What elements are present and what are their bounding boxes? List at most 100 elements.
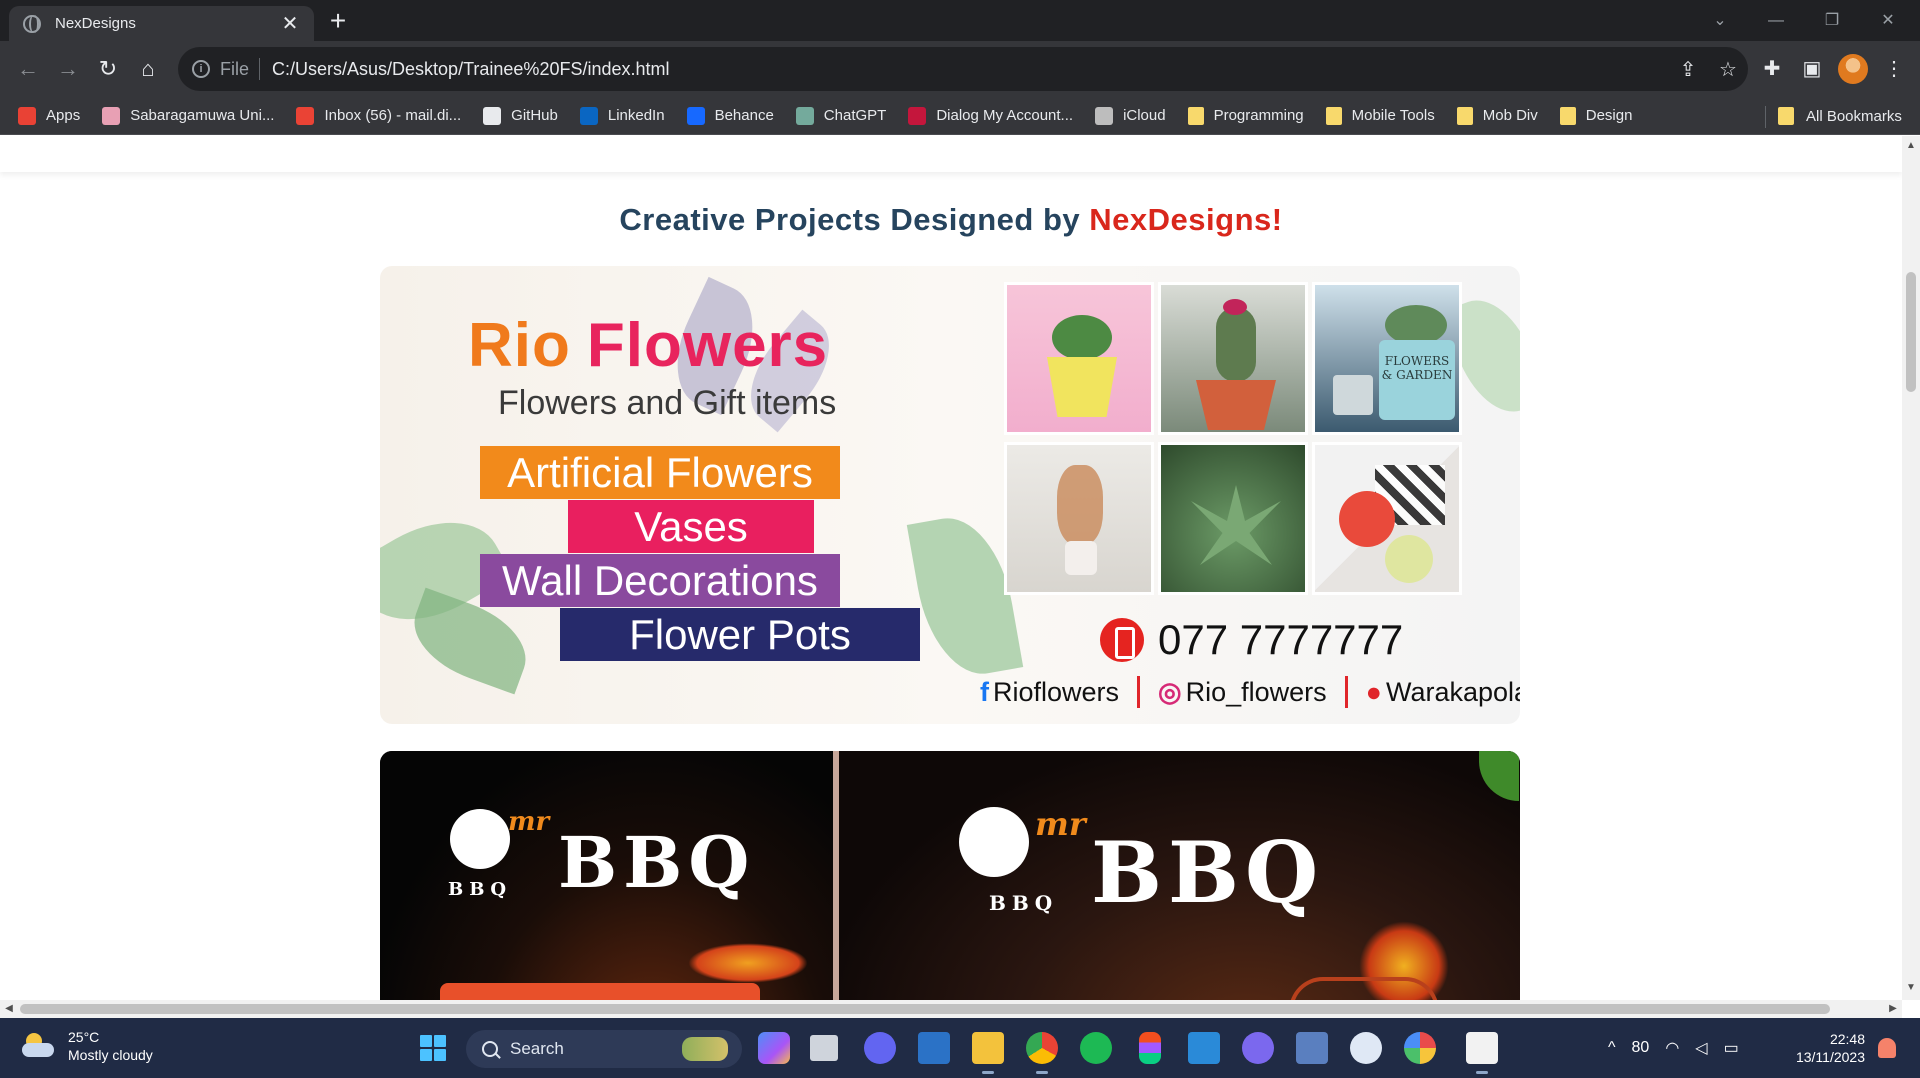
bbq-mr-small: mr	[508, 807, 550, 837]
bbq-small-text: BBQ	[989, 891, 1059, 915]
wifi-icon[interactable]: ◠	[1665, 1038, 1679, 1058]
social-divider	[1137, 676, 1141, 708]
horizontal-scrollbar[interactable]: ◀ ▶	[0, 1000, 1902, 1018]
scroll-left-arrow-icon[interactable]: ◀	[0, 1000, 18, 1018]
home-button[interactable]: ⌂	[130, 51, 166, 87]
vertical-scroll-thumb[interactable]	[1906, 272, 1916, 392]
bookmark-item[interactable]: Behance	[686, 106, 774, 125]
project-card-rio-flowers[interactable]: Rio Flowers Flowers and Gift items Artifi…	[380, 266, 1520, 724]
tray-overflow-chevron-icon[interactable]: ^	[1608, 1039, 1616, 1057]
service-wall-decorations: Wall Decorations	[480, 554, 840, 607]
reload-button[interactable]: ↻	[90, 51, 126, 87]
file-explorer-icon[interactable]	[972, 1032, 1004, 1074]
omnibox-divider	[259, 58, 261, 80]
bookmark-item[interactable]: Mobile Tools	[1325, 106, 1435, 125]
bookmark-item[interactable]: Inbox (56) - mail.di...	[296, 106, 461, 125]
pot-label-line1: FLOWERS	[1384, 354, 1450, 368]
bookmark-item[interactable]: Apps	[18, 106, 80, 125]
bookmark-item[interactable]: Programming	[1187, 106, 1304, 125]
instagram-icon: ◎	[1158, 676, 1182, 707]
github-icon	[483, 106, 502, 125]
side-panel-icon[interactable]: ▣	[1796, 53, 1828, 85]
bookmark-star-icon[interactable]: ☆	[1708, 57, 1748, 82]
android-studio-icon[interactable]	[1350, 1032, 1382, 1064]
social-links: f Rioflowers ◎ Rio_flowers ● Warakapola	[980, 676, 1520, 708]
minimize-button[interactable]: —	[1748, 0, 1804, 41]
forward-button[interactable]: →	[50, 51, 86, 87]
active-tab[interactable]: NexDesigns ✕	[9, 6, 314, 41]
share-icon[interactable]: ⇪	[1668, 57, 1708, 82]
teams-chat-icon[interactable]	[864, 1032, 896, 1064]
extensions-icon[interactable]: ✚	[1756, 53, 1788, 85]
bookmark-label: Mobile Tools	[1351, 107, 1435, 124]
chef-logo-icon	[959, 807, 1029, 877]
clock-date: 13/11/2023	[1795, 1049, 1865, 1065]
chrome-icon[interactable]	[1026, 1032, 1058, 1074]
task-view-icon[interactable]	[810, 1035, 838, 1061]
photo-cactus	[1158, 282, 1308, 435]
bookmark-item[interactable]: ChatGPT	[795, 106, 886, 125]
phone-icon	[1100, 618, 1144, 662]
search-icon	[482, 1041, 498, 1057]
photo-flowers-garden: FLOWERS & GARDEN	[1312, 282, 1462, 435]
leaf-decoration	[1479, 751, 1519, 801]
spotify-icon[interactable]	[1080, 1032, 1112, 1064]
small-pot	[1333, 375, 1373, 415]
profile-avatar[interactable]	[1838, 54, 1868, 84]
tab-search-chevron-icon[interactable]: ⌄	[1692, 0, 1748, 41]
url-text[interactable]: C:/Users/Asus/Desktop/Trainee%20FS/index…	[272, 59, 1668, 80]
folder-icon	[1325, 106, 1342, 125]
bookmark-item[interactable]: GitHub	[483, 106, 558, 125]
address-bar[interactable]: i File C:/Users/Asus/Desktop/Trainee%20F…	[178, 47, 1748, 91]
vertical-scrollbar[interactable]: ▲ ▼	[1902, 136, 1920, 1000]
github-desktop-icon[interactable]	[1242, 1032, 1274, 1064]
bookmark-item[interactable]: LinkedIn	[579, 106, 665, 125]
vscode-icon[interactable]	[1188, 1032, 1220, 1064]
phone-number: 077 7777777	[1158, 616, 1404, 663]
weather-temperature: 25°C	[68, 1029, 100, 1045]
powershell-icon[interactable]	[918, 1032, 950, 1064]
close-window-button[interactable]: ✕	[1860, 0, 1916, 41]
bookmark-label: Programming	[1213, 107, 1304, 124]
facebook-icon: f	[980, 676, 989, 707]
snipping-tool-icon[interactable]	[1466, 1032, 1498, 1074]
notification-bell-icon[interactable]	[1878, 1038, 1896, 1058]
dried-flowers	[1057, 465, 1103, 545]
close-tab-icon[interactable]: ✕	[280, 11, 300, 36]
bookmark-item[interactable]: Sabaragamuwa Uni...	[102, 106, 274, 125]
site-info-icon[interactable]: i	[192, 60, 210, 78]
weather-widget[interactable]: 25°C Mostly cloudy	[22, 1028, 153, 1064]
volume-icon[interactable]: ◁	[1695, 1038, 1707, 1058]
copilot-icon[interactable]	[758, 1032, 790, 1064]
bookmark-label: Dialog My Account...	[936, 107, 1074, 124]
bookmarks-divider	[1765, 106, 1766, 128]
color-picker-icon[interactable]	[1404, 1032, 1436, 1064]
all-bookmarks-label: All Bookmarks	[1806, 107, 1902, 125]
all-bookmarks-button[interactable]: All Bookmarks	[1778, 97, 1902, 135]
scroll-down-arrow-icon[interactable]: ▼	[1902, 982, 1920, 993]
scroll-up-arrow-icon[interactable]: ▲	[1902, 140, 1920, 151]
service-artificial-flowers: Artificial Flowers	[480, 446, 840, 499]
taskbar-search[interactable]: Search	[466, 1030, 742, 1068]
orange-banner	[440, 983, 760, 1000]
battery-icon[interactable]: ▭	[1724, 1038, 1739, 1058]
menu-kebab-icon[interactable]: ⋮	[1878, 53, 1910, 85]
bookmark-item[interactable]: Dialog My Account...	[908, 106, 1074, 125]
start-button-windows-icon[interactable]	[420, 1035, 446, 1061]
tray-value[interactable]: 80	[1632, 1039, 1650, 1057]
bookmark-item[interactable]: Mob Div	[1456, 106, 1538, 125]
taskbar-clock[interactable]: 22:48 13/11/2023	[1785, 1030, 1865, 1066]
project-card-mr-bbq[interactable]: mr BBQ BBQ mr BBQ BBQ	[380, 751, 1520, 1000]
bookmarks-bar: Apps Sabaragamuwa Uni... Inbox (56) - mail…	[0, 97, 1920, 135]
cactus	[1216, 307, 1256, 382]
horizontal-scroll-thumb[interactable]	[20, 1004, 1830, 1014]
bookmark-label: GitHub	[511, 107, 558, 124]
resource-monitor-icon[interactable]	[1296, 1032, 1328, 1064]
new-tab-button[interactable]: +	[323, 6, 353, 36]
bookmark-item[interactable]: Design	[1559, 106, 1632, 125]
bookmark-item[interactable]: iCloud	[1095, 106, 1166, 125]
scroll-right-arrow-icon[interactable]: ▶	[1884, 1000, 1902, 1018]
restore-button[interactable]: ❐	[1804, 0, 1860, 41]
figma-icon[interactable]	[1139, 1032, 1161, 1064]
back-button[interactable]: ←	[10, 51, 46, 87]
